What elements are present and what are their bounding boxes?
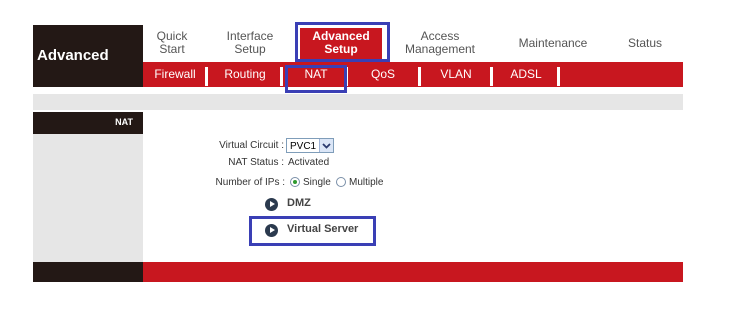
nav-quick-start[interactable]: Quick Start — [148, 30, 196, 62]
subnav-vlan[interactable]: VLAN — [425, 66, 487, 83]
virtual-circuit-value: PVC1 — [290, 141, 317, 152]
subnav-firewall[interactable]: Firewall — [147, 66, 203, 83]
subnav-divider — [418, 67, 421, 86]
footer-left — [33, 262, 143, 282]
section-title: NAT — [115, 117, 133, 127]
number-of-ips-label: Number of IPs : — [215, 177, 285, 188]
subnav-adsl[interactable]: ADSL — [497, 66, 555, 83]
brand-panel: Advanced — [33, 25, 143, 87]
nav-interface-setup[interactable]: Interface Setup — [214, 30, 286, 62]
chevron-down-icon — [319, 139, 333, 152]
left-panel — [33, 134, 143, 262]
multiple-radio[interactable] — [336, 177, 346, 187]
nav-label-line2: Start — [159, 42, 185, 56]
header-divider — [33, 94, 683, 110]
arrow-circle-icon — [265, 198, 278, 211]
highlight-box — [285, 65, 347, 93]
dmz-link[interactable]: DMZ — [287, 197, 311, 209]
section-header: NAT — [33, 112, 143, 134]
nav-access-management[interactable]: Access Management — [398, 30, 482, 62]
nat-status-value: Activated — [288, 157, 330, 168]
subnav-qos[interactable]: QoS — [352, 66, 414, 83]
nav-label-line2: Management — [404, 42, 476, 56]
virtual-circuit-label: Virtual Circuit : — [219, 140, 284, 151]
brand-title: Advanced — [37, 47, 109, 64]
subnav-divider — [490, 67, 493, 86]
single-label: Single — [303, 177, 331, 188]
footer-bar — [143, 262, 683, 282]
nat-status-label: NAT Status : — [228, 157, 284, 168]
subnav-divider — [205, 67, 208, 86]
single-radio[interactable] — [290, 177, 300, 187]
nav-label-line1: Status — [627, 36, 663, 50]
multiple-label: Multiple — [349, 177, 384, 188]
highlight-box — [249, 216, 376, 246]
subnav-divider — [557, 67, 560, 86]
highlight-box — [295, 22, 390, 62]
virtual-circuit-select[interactable]: PVC1 — [286, 138, 334, 153]
nav-label-line2: Setup — [234, 42, 266, 56]
nav-label-line1: Maintenance — [518, 36, 588, 50]
subnav-routing[interactable]: Routing — [214, 66, 276, 83]
subnav-divider — [280, 67, 283, 86]
